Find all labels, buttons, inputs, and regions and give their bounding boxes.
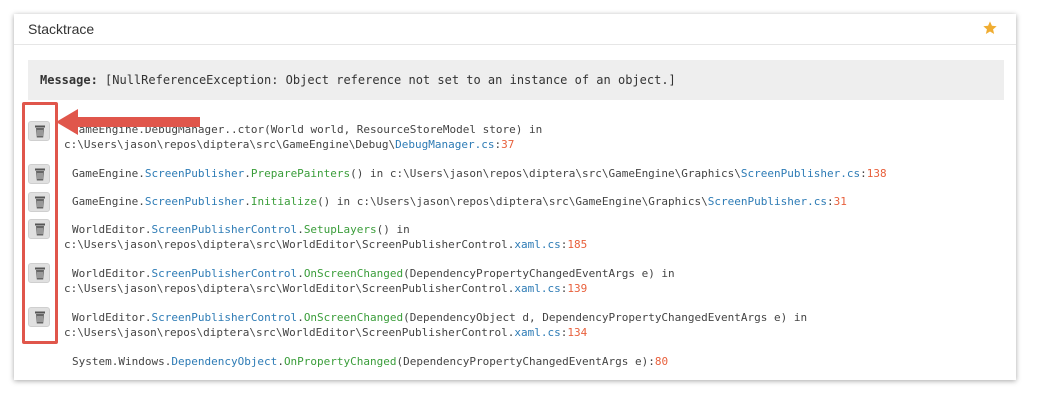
frame-file[interactable]: xaml.cs bbox=[514, 238, 560, 251]
frame-namespace: WorldEditor. bbox=[72, 311, 152, 324]
frame-path: c:\Users\jason\repos\diptera\src\WorldEd… bbox=[64, 238, 515, 251]
frame-line: 139 bbox=[567, 282, 588, 295]
arrow-left-icon bbox=[56, 109, 200, 135]
frame-method: PreparePainters bbox=[250, 167, 351, 180]
star-icon[interactable] bbox=[982, 20, 998, 36]
frame-line: 37 bbox=[501, 138, 515, 151]
frame-dot: . bbox=[297, 267, 304, 280]
highlight-box bbox=[22, 102, 58, 344]
panel-header: Stacktrace bbox=[14, 14, 1016, 45]
frame-args: (DependencyObject d, DependencyPropertyC… bbox=[403, 311, 808, 324]
frame-line: 134 bbox=[567, 326, 588, 339]
frame-dot: . bbox=[297, 311, 304, 324]
frame-namespace: WorldEditor. bbox=[72, 267, 152, 280]
frame-args: () in c:\Users\jason\repos\diptera\src\G… bbox=[350, 167, 741, 180]
frame-namespace: GameEngine. bbox=[72, 195, 145, 208]
frame-type: DependencyObject bbox=[171, 355, 278, 368]
stack-frame: System.Windows.DependencyObject.OnProper… bbox=[64, 354, 964, 369]
frame-line: 185 bbox=[567, 238, 588, 251]
message-text: [NullReferenceException: Object referenc… bbox=[105, 73, 676, 87]
frame-line: 138 bbox=[866, 167, 887, 180]
message-label: Message: bbox=[40, 73, 98, 87]
stack-frame: GameEngine.ScreenPublisher.PreparePainte… bbox=[64, 166, 964, 181]
stack-frame: WorldEditor.ScreenPublisherControl.OnScr… bbox=[64, 310, 964, 340]
frame-args: (DependencyPropertyChangedEventArgs e) bbox=[396, 355, 649, 368]
frame-method: OnPropertyChanged bbox=[283, 355, 397, 368]
frame-type: ScreenPublisherControl bbox=[151, 223, 298, 236]
frame-namespace: System.Windows. bbox=[72, 355, 172, 368]
frame-path: c:\Users\jason\repos\diptera\src\WorldEd… bbox=[64, 326, 515, 339]
stack-frame: WorldEditor.ScreenPublisherControl.OnScr… bbox=[64, 266, 964, 296]
frame-separator: : bbox=[827, 195, 834, 208]
frame-args: () in bbox=[376, 223, 410, 236]
frame-file[interactable]: ScreenPublisher.cs bbox=[741, 167, 860, 180]
frame-method: OnScreenChanged bbox=[303, 267, 404, 280]
frame-args: (DependencyPropertyChangedEventArgs e) i… bbox=[403, 267, 675, 280]
frame-method: OnScreenChanged bbox=[303, 311, 404, 324]
frame-file[interactable]: ScreenPublisher.cs bbox=[708, 195, 827, 208]
frame-separator: : bbox=[860, 167, 867, 180]
frame-type: ScreenPublisherControl bbox=[151, 267, 298, 280]
frame-line: 80 bbox=[654, 355, 669, 368]
frame-method: SetupLayers bbox=[303, 223, 377, 236]
frame-method: Initialize bbox=[250, 195, 318, 208]
frame-type: ScreenPublisher bbox=[144, 195, 245, 208]
frame-dot: . bbox=[297, 223, 304, 236]
stack-frame: WorldEditor.ScreenPublisherControl.Setup… bbox=[64, 222, 964, 252]
frame-args: () in c:\Users\jason\repos\diptera\src\G… bbox=[317, 195, 708, 208]
frame-file[interactable]: xaml.cs bbox=[514, 282, 560, 295]
frame-separator: : bbox=[648, 355, 655, 368]
frame-dot: . bbox=[277, 355, 284, 368]
panel-title: Stacktrace bbox=[28, 21, 95, 37]
frame-file[interactable]: DebugManager.cs bbox=[395, 138, 494, 151]
frame-method: ..ctor bbox=[224, 123, 265, 136]
frame-line: 31 bbox=[833, 195, 847, 208]
frame-file[interactable]: xaml.cs bbox=[514, 326, 560, 339]
stacktrace-panel: Stacktrace Message: [NullReferenceExcept… bbox=[14, 14, 1016, 380]
stack-frame: GameEngine.ScreenPublisher.Initialize() … bbox=[64, 194, 964, 209]
frame-dot: . bbox=[244, 195, 251, 208]
frame-args: (World world, ResourceStoreModel store) … bbox=[264, 123, 543, 136]
frame-type: ScreenPublisher bbox=[144, 167, 245, 180]
frame-path: c:\Users\jason\repos\diptera\src\WorldEd… bbox=[64, 282, 515, 295]
frame-type: ScreenPublisherControl bbox=[151, 311, 298, 324]
frame-dot: . bbox=[244, 167, 251, 180]
frame-namespace: GameEngine. bbox=[72, 167, 145, 180]
exception-message: Message: [NullReferenceException: Object… bbox=[28, 60, 1004, 100]
frame-namespace: WorldEditor. bbox=[72, 223, 152, 236]
